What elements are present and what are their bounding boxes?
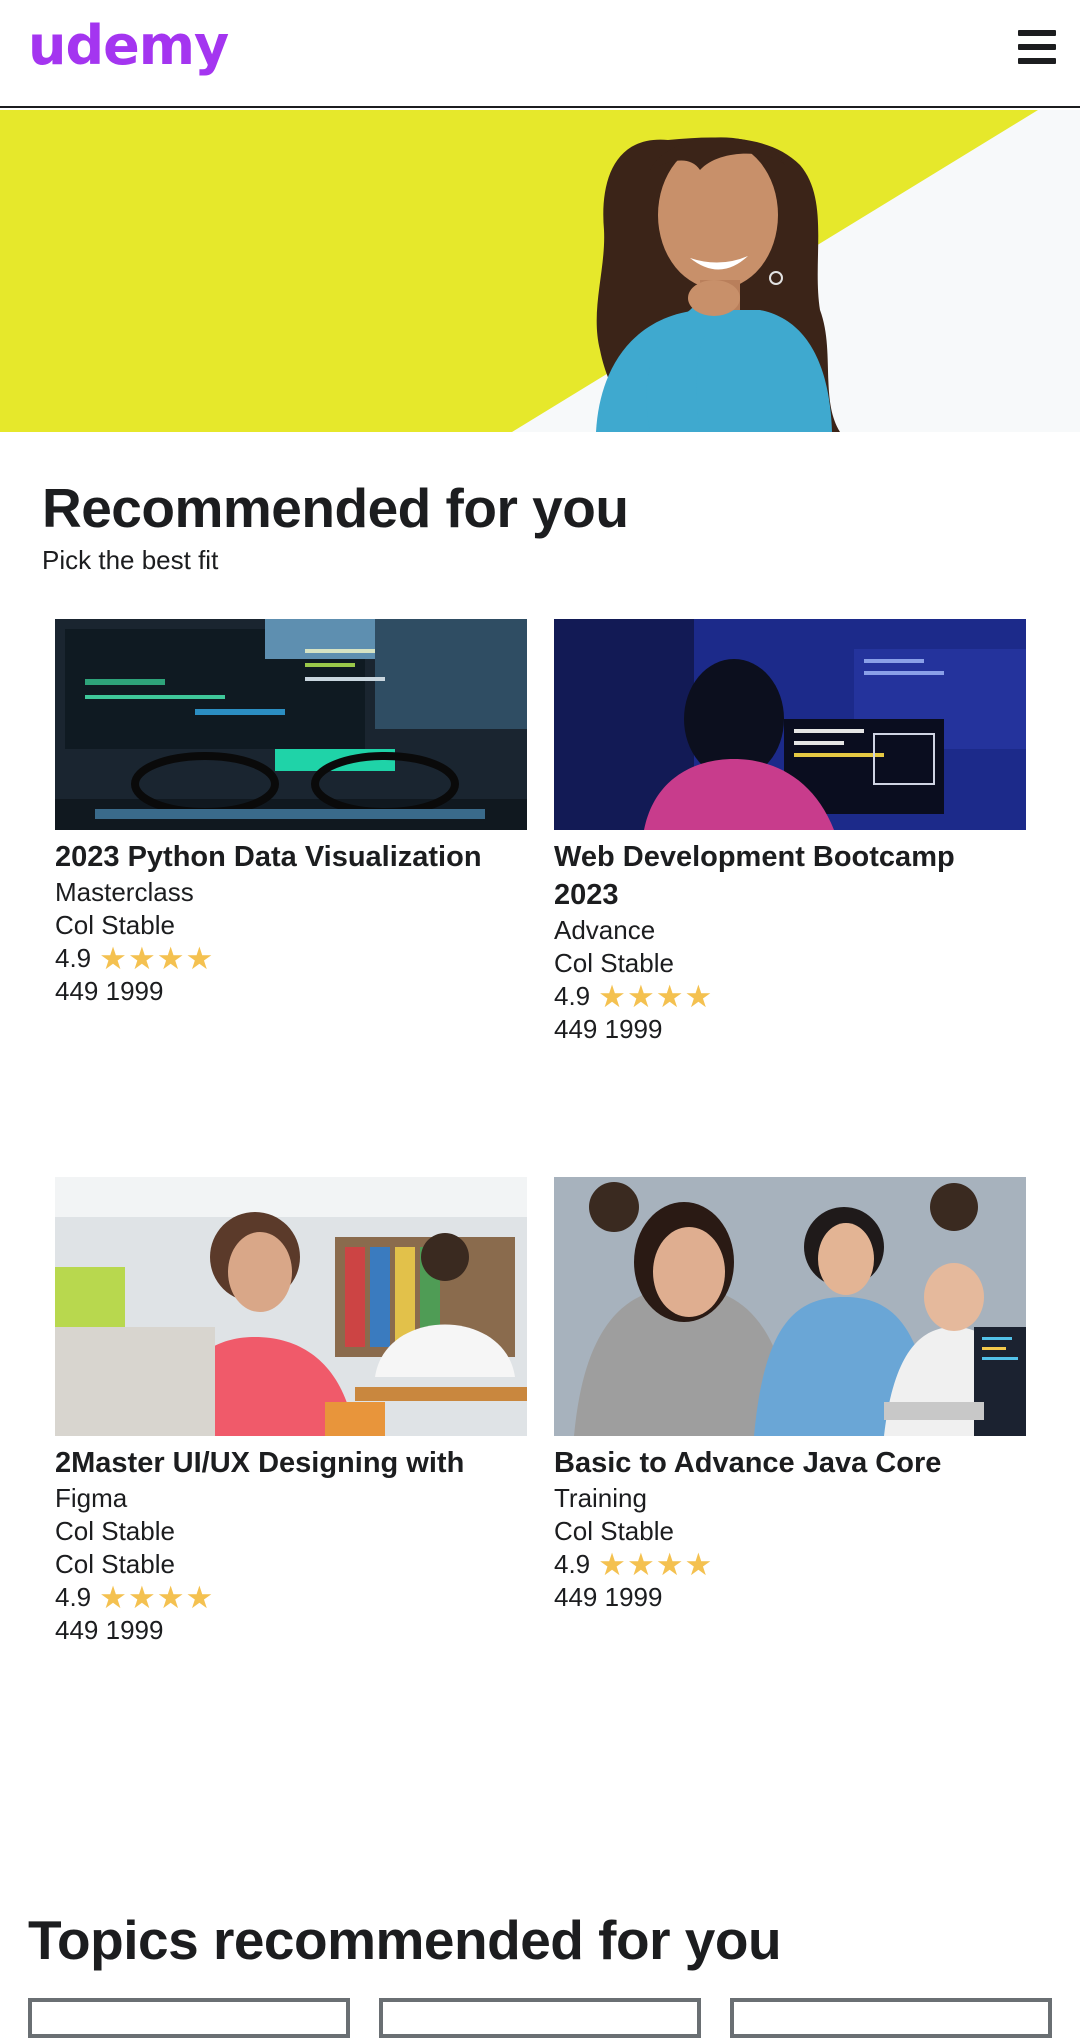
course-subtitle: Figma [55,1483,128,1513]
course-card-python[interactable]: 2023 Python Data Visualization Mastercla… [55,619,527,1008]
course-card-webdev[interactable]: Web Development Bootcamp 2023 Advance Co… [554,619,1026,1046]
course-title[interactable]: Web Development Bootcamp 2023 [554,838,1026,914]
course-instructor: Col Stable [55,1516,175,1546]
course-rating: 4.9 ★★★★ [55,1581,527,1614]
hamburger-menu-icon[interactable] [1018,30,1056,64]
course-thumbnail[interactable] [55,1177,527,1436]
course-subtitle: Training [554,1483,647,1513]
star-rating-icon: ★★★★ [99,1579,215,1615]
course-title[interactable]: 2023 Python Data Visualization [55,838,527,876]
hero-banner [0,110,1080,432]
topic-chip[interactable] [730,1998,1052,2038]
rating-value: 4.9 [55,943,92,973]
topic-chip[interactable] [379,1998,701,2038]
course-rating: 4.9 ★★★★ [55,942,527,975]
course-instructor: Col Stable [55,1549,175,1579]
star-rating-icon: ★★★★ [598,1546,714,1582]
course-price: 449 1999 [55,1615,164,1645]
course-instructor: Col Stable [554,948,674,978]
recommended-heading: Recommended for you [42,477,629,539]
star-rating-icon: ★★★★ [598,978,714,1014]
rating-value: 4.9 [554,981,591,1011]
course-thumbnail[interactable] [554,1177,1026,1436]
course-price: 449 1999 [554,1582,663,1612]
course-thumbnail[interactable] [554,619,1026,830]
course-instructor: Col Stable [554,1516,674,1546]
course-title[interactable]: 2Master UI/UX Designing with [55,1444,527,1482]
rating-value: 4.9 [55,1582,92,1612]
course-price: 449 1999 [554,1014,663,1044]
course-rating: 4.9 ★★★★ [554,980,1026,1013]
course-price: 449 1999 [55,976,164,1006]
course-title[interactable]: Basic to Advance Java Core [554,1444,1026,1482]
course-rating: 4.9 ★★★★ [554,1548,1026,1581]
topic-chip[interactable] [28,1998,350,2038]
star-rating-icon: ★★★★ [99,940,215,976]
course-subtitle: Advance [554,915,656,945]
topics-heading: Topics recommended for you [28,1909,782,1971]
course-card-uiux[interactable]: 2Master UI/UX Designing with Figma Col S… [55,1177,527,1647]
course-card-java[interactable]: Basic to Advance Java Core Training Col … [554,1177,1026,1614]
top-navbar: udemy [0,0,1080,108]
course-thumbnail[interactable] [55,619,527,830]
rating-value: 4.9 [554,1549,591,1579]
hero-illustration [0,110,1038,432]
udemy-logo[interactable]: udemy [28,14,229,77]
course-subtitle: Masterclass [55,877,194,907]
course-instructor: Col Stable [55,910,175,940]
recommended-subtitle: Pick the best fit [42,545,219,575]
